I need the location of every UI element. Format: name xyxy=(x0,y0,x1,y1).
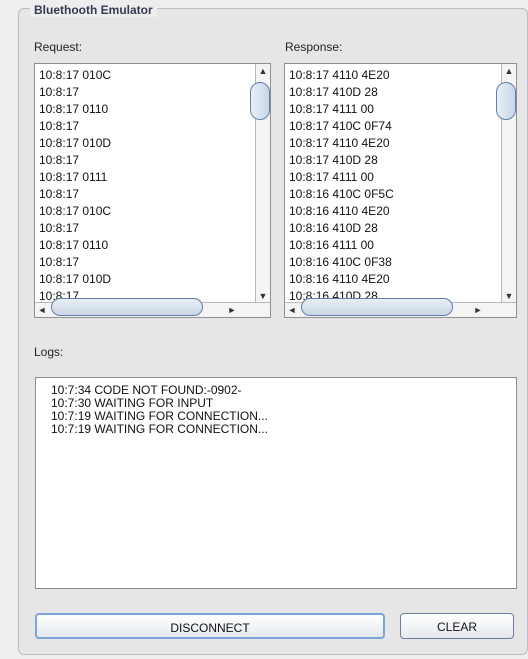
list-item[interactable]: 10:8:17 410D 28 xyxy=(289,84,500,101)
response-horizontal-scroll-thumb[interactable] xyxy=(301,298,453,316)
response-list-content: 10:8:17 4110 4E20 10:8:17 410D 28 10:8:1… xyxy=(289,67,500,303)
list-item[interactable]: 10:8:17 0110 xyxy=(39,237,254,254)
window-title: Bluethooth Emulator xyxy=(30,3,157,17)
scroll-right-icon[interactable]: ► xyxy=(225,303,239,317)
response-vertical-scroll-thumb[interactable] xyxy=(496,82,516,120)
scroll-down-icon[interactable]: ▼ xyxy=(256,289,270,303)
scroll-up-icon[interactable]: ▲ xyxy=(502,64,516,78)
request-label: Request: xyxy=(34,40,83,54)
response-vertical-scrollbar[interactable]: ▲ ▼ xyxy=(496,64,516,303)
list-item[interactable]: 10:8:17 010D xyxy=(39,271,254,288)
request-list-content: 10:8:17 010C 10:8:17 10:8:17 0110 10:8:1… xyxy=(39,67,254,303)
list-item[interactable]: 10:8:17 xyxy=(39,84,254,101)
list-item[interactable]: 10:8:16 4111 00 xyxy=(289,237,500,254)
list-item[interactable]: 10:8:17 xyxy=(39,254,254,271)
list-item[interactable]: 10:8:17 010C xyxy=(39,67,254,84)
response-list[interactable]: 10:8:17 4110 4E20 10:8:17 410D 28 10:8:1… xyxy=(284,63,517,318)
list-item[interactable]: 10:8:17 4110 4E20 xyxy=(289,135,500,152)
list-item[interactable]: 10:8:17 xyxy=(39,220,254,237)
list-item[interactable]: 10:8:17 xyxy=(39,152,254,169)
list-item[interactable]: 10:8:16 410C 0F38 xyxy=(289,254,500,271)
response-label: Response: xyxy=(285,40,343,54)
scroll-up-icon[interactable]: ▲ xyxy=(256,64,270,78)
list-item[interactable]: 10:8:17 410C 0F74 xyxy=(289,118,500,135)
list-item[interactable]: 10:8:16 410C 0F5C xyxy=(289,186,500,203)
logs-label: Logs: xyxy=(34,345,64,359)
scroll-right-icon[interactable]: ► xyxy=(471,303,485,317)
list-item[interactable]: 10:8:17 0110 xyxy=(39,101,254,118)
list-item[interactable]: 10:8:17 xyxy=(39,118,254,135)
request-horizontal-scrollbar[interactable]: ◄ ► xyxy=(35,298,270,317)
list-item[interactable]: 10:8:17 4111 00 xyxy=(289,101,500,118)
scroll-down-icon[interactable]: ▼ xyxy=(502,289,516,303)
list-item[interactable]: 10:8:17 410D 28 xyxy=(289,152,500,169)
list-item[interactable]: 10:8:17 4110 4E20 xyxy=(289,67,500,84)
request-list[interactable]: 10:8:17 010C 10:8:17 10:8:17 0110 10:8:1… xyxy=(34,63,271,318)
scroll-left-icon[interactable]: ◄ xyxy=(35,303,49,317)
list-item[interactable]: 10:8:17 010D xyxy=(39,135,254,152)
scroll-left-icon[interactable]: ◄ xyxy=(285,303,299,317)
logs-area[interactable]: 10:7:34 CODE NOT FOUND:-0902- 10:7:30 WA… xyxy=(35,377,517,589)
list-item[interactable]: 10:8:17 0111 xyxy=(39,169,254,186)
log-entry: 10:7:19 WAITING FOR CONNECTION... xyxy=(51,422,268,436)
list-item[interactable]: 10:8:16 410D 28 xyxy=(289,220,500,237)
list-item[interactable]: 10:8:16 4110 4E20 xyxy=(289,271,500,288)
response-horizontal-scrollbar[interactable]: ◄ ► xyxy=(285,298,516,317)
list-item[interactable]: 10:8:17 4111 00 xyxy=(289,169,500,186)
list-item[interactable]: 10:8:16 4110 4E20 xyxy=(289,203,500,220)
request-horizontal-scroll-thumb[interactable] xyxy=(51,298,203,316)
clear-button[interactable]: CLEAR xyxy=(400,613,514,639)
disconnect-button[interactable]: DISCONNECT xyxy=(35,613,385,639)
request-vertical-scrollbar[interactable]: ▲ ▼ xyxy=(250,64,270,303)
list-item[interactable]: 10:8:17 xyxy=(39,186,254,203)
request-vertical-scroll-thumb[interactable] xyxy=(250,82,270,120)
list-item[interactable]: 10:8:17 010C xyxy=(39,203,254,220)
